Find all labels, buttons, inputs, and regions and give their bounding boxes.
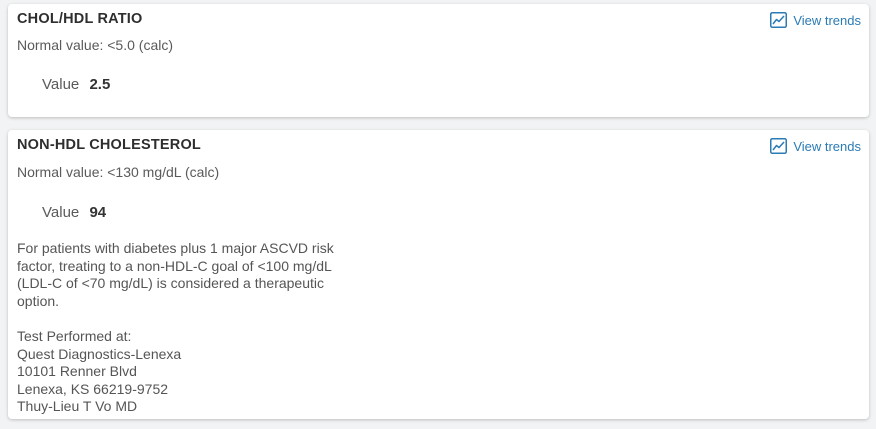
trend-chart-icon (770, 138, 788, 154)
view-trends-label: View trends (793, 12, 861, 28)
value-row: Value 94 (42, 204, 106, 221)
lab-address-line1: 10101 Renner Blvd (17, 363, 137, 379)
value-number: 94 (89, 204, 107, 221)
normal-value-range: Normal value: <130 mg/dL (calc) (17, 164, 220, 180)
lab-address-line2: Lenexa, KS 66219-9752 (17, 380, 169, 397)
result-card-chol-hdl-ratio: CHOL/HDL RATIO Normal value: <5.0 (calc)… (8, 4, 869, 117)
lab-director: Thuy-Lieu T Vo MD (17, 398, 138, 414)
performed-at-heading: Test Performed at: (17, 328, 132, 344)
result-title: CHOL/HDL RATIO (17, 11, 143, 27)
view-trends-label: View trends (793, 138, 861, 154)
lab-name: Quest Diagnostics-Lenexa (17, 345, 182, 362)
value-number: 2.5 (89, 76, 111, 93)
trend-chart-icon (770, 12, 788, 28)
view-trends-link[interactable]: View trends (770, 138, 861, 154)
value-row: Value 2.5 (42, 76, 110, 93)
value-label: Value (42, 204, 80, 221)
result-comment: For patients with diabetes plus 1 major … (17, 240, 334, 309)
test-performed-at: Test Performed at: Quest Diagnostics-Len… (17, 328, 181, 416)
result-card-non-hdl-cholesterol: NON-HDL CHOLESTEROL Normal value: <130 m… (8, 130, 869, 419)
view-trends-link[interactable]: View trends (770, 12, 861, 28)
normal-value-range: Normal value: <5.0 (calc) (17, 37, 174, 53)
value-label: Value (42, 76, 80, 93)
result-title: NON-HDL CHOLESTEROL (17, 137, 201, 153)
